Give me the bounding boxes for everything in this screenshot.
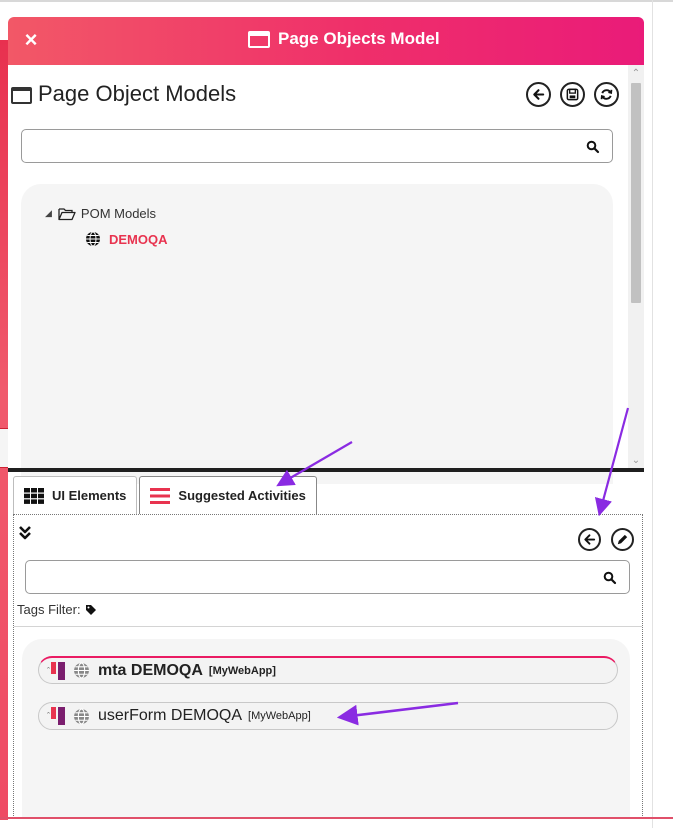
page-object-models-heading: Page Object Models xyxy=(38,81,237,106)
expand-chevron-icon[interactable]: ˆ xyxy=(47,711,50,721)
tags-filter[interactable]: Tags Filter: xyxy=(17,602,97,617)
right-border xyxy=(652,0,653,828)
tree-node-label: DEMOQA xyxy=(109,231,168,247)
globe-icon xyxy=(74,662,89,679)
separator xyxy=(14,626,642,627)
pom-tree: ◢ POM Models DEMOQA xyxy=(21,184,613,484)
color-marker xyxy=(51,707,65,725)
grid-icon xyxy=(24,487,44,504)
collapse-caret-icon[interactable]: ◢ xyxy=(45,208,52,219)
globe-icon xyxy=(74,708,89,724)
list-item[interactable]: ˆ userForm DEMOQA [MyWebApp] xyxy=(38,702,618,730)
element-type: [MyWebApp] xyxy=(248,710,311,722)
list-lines-icon xyxy=(150,487,171,504)
left-accent-strip xyxy=(0,40,8,820)
window-icon xyxy=(11,87,32,104)
arrow-left-icon xyxy=(533,89,545,100)
arrow-left-icon xyxy=(584,534,596,545)
globe-icon xyxy=(86,231,100,247)
scroll-down-icon[interactable]: ⌄ xyxy=(628,454,644,468)
tree-node-demoqa[interactable]: DEMOQA xyxy=(85,231,168,247)
color-marker xyxy=(51,661,65,680)
elements-search-input[interactable] xyxy=(26,561,569,593)
save-button[interactable] xyxy=(560,82,585,107)
tag-icon[interactable] xyxy=(85,604,97,616)
expand-chevron-icon[interactable]: ˆ xyxy=(47,666,50,676)
element-type: [MyWebApp] xyxy=(208,664,276,677)
double-chevron-down-icon[interactable] xyxy=(18,525,32,541)
list-item[interactable]: ˆ mta DEMOQA [MyWebApp] xyxy=(38,656,618,684)
top-border xyxy=(0,0,673,2)
close-button[interactable]: × xyxy=(18,27,44,53)
refresh-icon xyxy=(600,89,613,100)
scrollbar-thumb[interactable] xyxy=(631,83,641,303)
tab-label: UI Elements xyxy=(52,488,127,503)
save-icon xyxy=(566,88,579,101)
tags-filter-label: Tags Filter: xyxy=(17,602,81,617)
tab-strip: UI Elements Suggested Activities xyxy=(13,476,319,514)
ui-elements-list: ˆ mta DEMOQA [MyWebApp] ˆ userForm DEMOQ… xyxy=(22,639,630,817)
tree-node-label: POM Models xyxy=(80,206,157,221)
search-icon[interactable] xyxy=(586,140,600,154)
title-bar: × Page Objects Model xyxy=(8,17,644,65)
page-objects-model-window: × Page Objects Model Page Object Models xyxy=(8,17,644,817)
bottom-border xyxy=(0,817,673,819)
tab-suggested-activities[interactable]: Suggested Activities xyxy=(139,476,317,514)
edit-button[interactable] xyxy=(611,528,634,551)
elements-back-button[interactable] xyxy=(578,528,601,551)
window-icon xyxy=(248,30,270,48)
scroll-up-icon[interactable]: ⌃ xyxy=(628,67,644,81)
elements-search-field[interactable] xyxy=(25,560,630,594)
window-title: Page Objects Model xyxy=(278,29,440,48)
folder-open-icon xyxy=(58,207,76,220)
tree-node-pom-models[interactable]: ◢ POM Models xyxy=(45,206,156,221)
pencil-icon xyxy=(617,534,628,545)
tab-label: Suggested Activities xyxy=(178,488,306,503)
pom-header: Page Object Models xyxy=(8,79,644,113)
left-accent-notch xyxy=(0,428,8,468)
search-icon[interactable] xyxy=(603,571,617,585)
refresh-button[interactable] xyxy=(594,82,619,107)
back-button[interactable] xyxy=(526,82,551,107)
element-name: mta DEMOQA xyxy=(98,661,203,679)
vertical-scrollbar[interactable]: ⌃ ⌄ xyxy=(628,65,644,470)
tab-ui-elements[interactable]: UI Elements xyxy=(13,476,138,514)
title-wrap: Page Objects Model xyxy=(248,29,440,49)
pom-search-input[interactable] xyxy=(22,130,553,162)
element-name: userForm DEMOQA xyxy=(98,707,243,724)
panel-splitter[interactable] xyxy=(8,468,644,472)
pom-search-field[interactable] xyxy=(21,129,613,163)
